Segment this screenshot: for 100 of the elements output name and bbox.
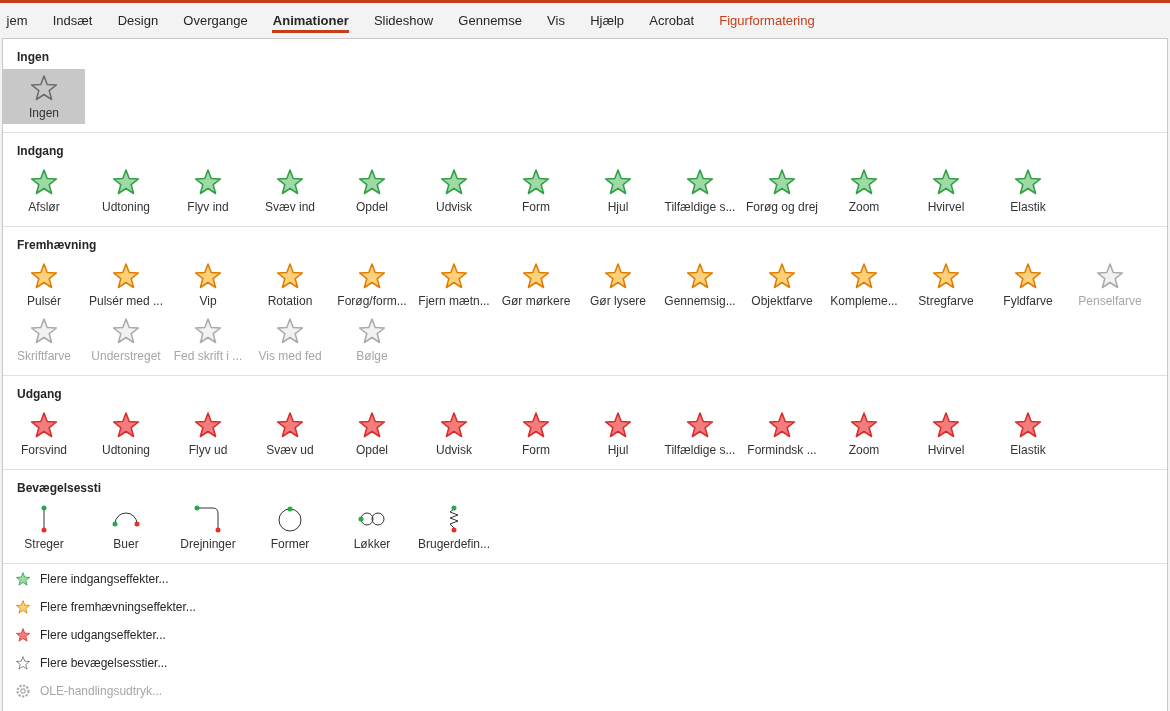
effect-item[interactable]: Forøg og drej: [741, 163, 823, 218]
effect-item[interactable]: Fjern mætn...: [413, 257, 495, 312]
settings-icon: [15, 683, 31, 699]
effect-item[interactable]: Svæv ud: [249, 406, 331, 461]
effect-item[interactable]: Pulsér: [3, 257, 85, 312]
star-icon: [275, 316, 305, 346]
effect-item[interactable]: Flyv ud: [167, 406, 249, 461]
star-icon: [15, 655, 31, 671]
star-icon: [521, 261, 551, 291]
ribbon-tab[interactable]: Acrobat: [636, 3, 707, 37]
effect-item[interactable]: Vip: [167, 257, 249, 312]
star-icon: [685, 410, 715, 440]
effect-item[interactable]: Udtoning: [85, 406, 167, 461]
effect-item[interactable]: Hvirvel: [905, 163, 987, 218]
effect-item[interactable]: Streger: [3, 500, 85, 555]
star-icon: [767, 167, 797, 197]
star-icon: [193, 410, 223, 440]
effect-item[interactable]: Hjul: [577, 406, 659, 461]
star-icon: [1013, 410, 1043, 440]
effect-item[interactable]: Zoom: [823, 163, 905, 218]
star-icon: [29, 261, 59, 291]
section-heading: Bevægelsessti: [17, 480, 102, 496]
star-icon: [439, 410, 469, 440]
star-icon: [111, 410, 141, 440]
effect-item[interactable]: Tilfældige s...: [659, 163, 741, 218]
effect-item[interactable]: Udvisk: [413, 406, 495, 461]
effect-item[interactable]: Elastik: [987, 163, 1069, 218]
star-icon: [193, 261, 223, 291]
star-icon: [521, 410, 551, 440]
effect-item[interactable]: Formindsk ...: [741, 406, 823, 461]
star-icon: [849, 167, 879, 197]
effect-item[interactable]: Drejninger: [167, 500, 249, 555]
effect-item[interactable]: Former: [249, 500, 331, 555]
ribbon-tab[interactable]: Hjælp: [577, 3, 637, 37]
star-icon: [1013, 261, 1043, 291]
effect-item[interactable]: Hjul: [577, 163, 659, 218]
star-icon: [111, 316, 141, 346]
ribbon-tab[interactable]: Slideshow: [361, 3, 446, 37]
effect-item[interactable]: Form: [495, 163, 577, 218]
star-icon: [767, 261, 797, 291]
effect-item[interactable]: Flyv ind: [167, 163, 249, 218]
effect-item[interactable]: Løkker: [331, 500, 413, 555]
effect-item[interactable]: Rotation: [249, 257, 331, 312]
effect-item[interactable]: Form: [495, 406, 577, 461]
effect-item[interactable]: Elastik: [987, 406, 1069, 461]
effect-item[interactable]: Gennemsig...: [659, 257, 741, 312]
effect-item[interactable]: Zoom: [823, 406, 905, 461]
effect-item[interactable]: Fyldfarve: [987, 257, 1069, 312]
effect-item[interactable]: Brugerdefin...: [413, 500, 495, 555]
menu-item[interactable]: Flere indgangseffekter...: [3, 565, 169, 593]
effect-item[interactable]: Stregfarve: [905, 257, 987, 312]
effect-item[interactable]: Udvisk: [413, 163, 495, 218]
ribbon-tab[interactable]: Animationer: [260, 3, 362, 37]
effect-item[interactable]: Buer: [85, 500, 167, 555]
star-icon: [15, 599, 31, 615]
loop-path-icon: [358, 512, 385, 526]
star-icon: [275, 410, 305, 440]
ribbon-tab[interactable]: Gennemse: [445, 3, 535, 37]
ribbon-tab[interactable]: Figurformatering: [706, 3, 828, 37]
effect-item[interactable]: Gør lysere: [577, 257, 659, 312]
effect-item[interactable]: Hvirvel: [905, 406, 987, 461]
circle-path-icon: [278, 506, 302, 532]
ribbon-tab[interactable]: Vis: [534, 3, 578, 37]
ribbon-tab[interactable]: Overgange: [170, 3, 261, 37]
star-icon: [685, 167, 715, 197]
effect-item[interactable]: Udtoning: [85, 163, 167, 218]
effect-item[interactable]: Tilfældige s...: [659, 406, 741, 461]
star-icon: [439, 261, 469, 291]
menu-item[interactable]: Flere udgangseffekter...: [3, 621, 166, 649]
section-heading: Ingen: [17, 49, 49, 65]
star-icon: [603, 167, 633, 197]
ribbon-tab[interactable]: Design: [105, 3, 171, 37]
star-icon: [521, 167, 551, 197]
effect-item[interactable]: Pulsér med ...: [85, 257, 167, 312]
star-icon: [603, 261, 633, 291]
zigzag-path-icon: [449, 505, 459, 533]
star-icon: [357, 410, 387, 440]
effect-item[interactable]: Afslør: [3, 163, 85, 218]
effect-item[interactable]: Forsvind: [3, 406, 85, 461]
star-icon: [1013, 167, 1043, 197]
menu-item[interactable]: Flere fremhævningseffekter...: [3, 593, 196, 621]
star-icon: [931, 167, 961, 197]
arc-path-icon: [112, 512, 140, 527]
ribbon-tab[interactable]: Indsæt: [40, 3, 106, 37]
effect-item[interactable]: Gør mørkere: [495, 257, 577, 312]
star-icon: [849, 261, 879, 291]
effect-item[interactable]: Objektfarve: [741, 257, 823, 312]
star-icon: [15, 627, 31, 643]
menu-item[interactable]: Flere bevægelsesstier...: [3, 649, 168, 677]
effect-item[interactable]: Opdel: [331, 163, 413, 218]
effect-item[interactable]: Forøg/form...: [331, 257, 413, 312]
star-icon: [15, 571, 31, 587]
effect-item[interactable]: Svæv ind: [249, 163, 331, 218]
effect-item[interactable]: Ingen: [3, 69, 85, 124]
star-icon: [29, 167, 59, 197]
star-icon: [849, 410, 879, 440]
star-icon: [685, 261, 715, 291]
effect-item[interactable]: Kompleme...: [823, 257, 905, 312]
ribbon-tab[interactable]: jem: [0, 3, 41, 37]
effect-item[interactable]: Opdel: [331, 406, 413, 461]
